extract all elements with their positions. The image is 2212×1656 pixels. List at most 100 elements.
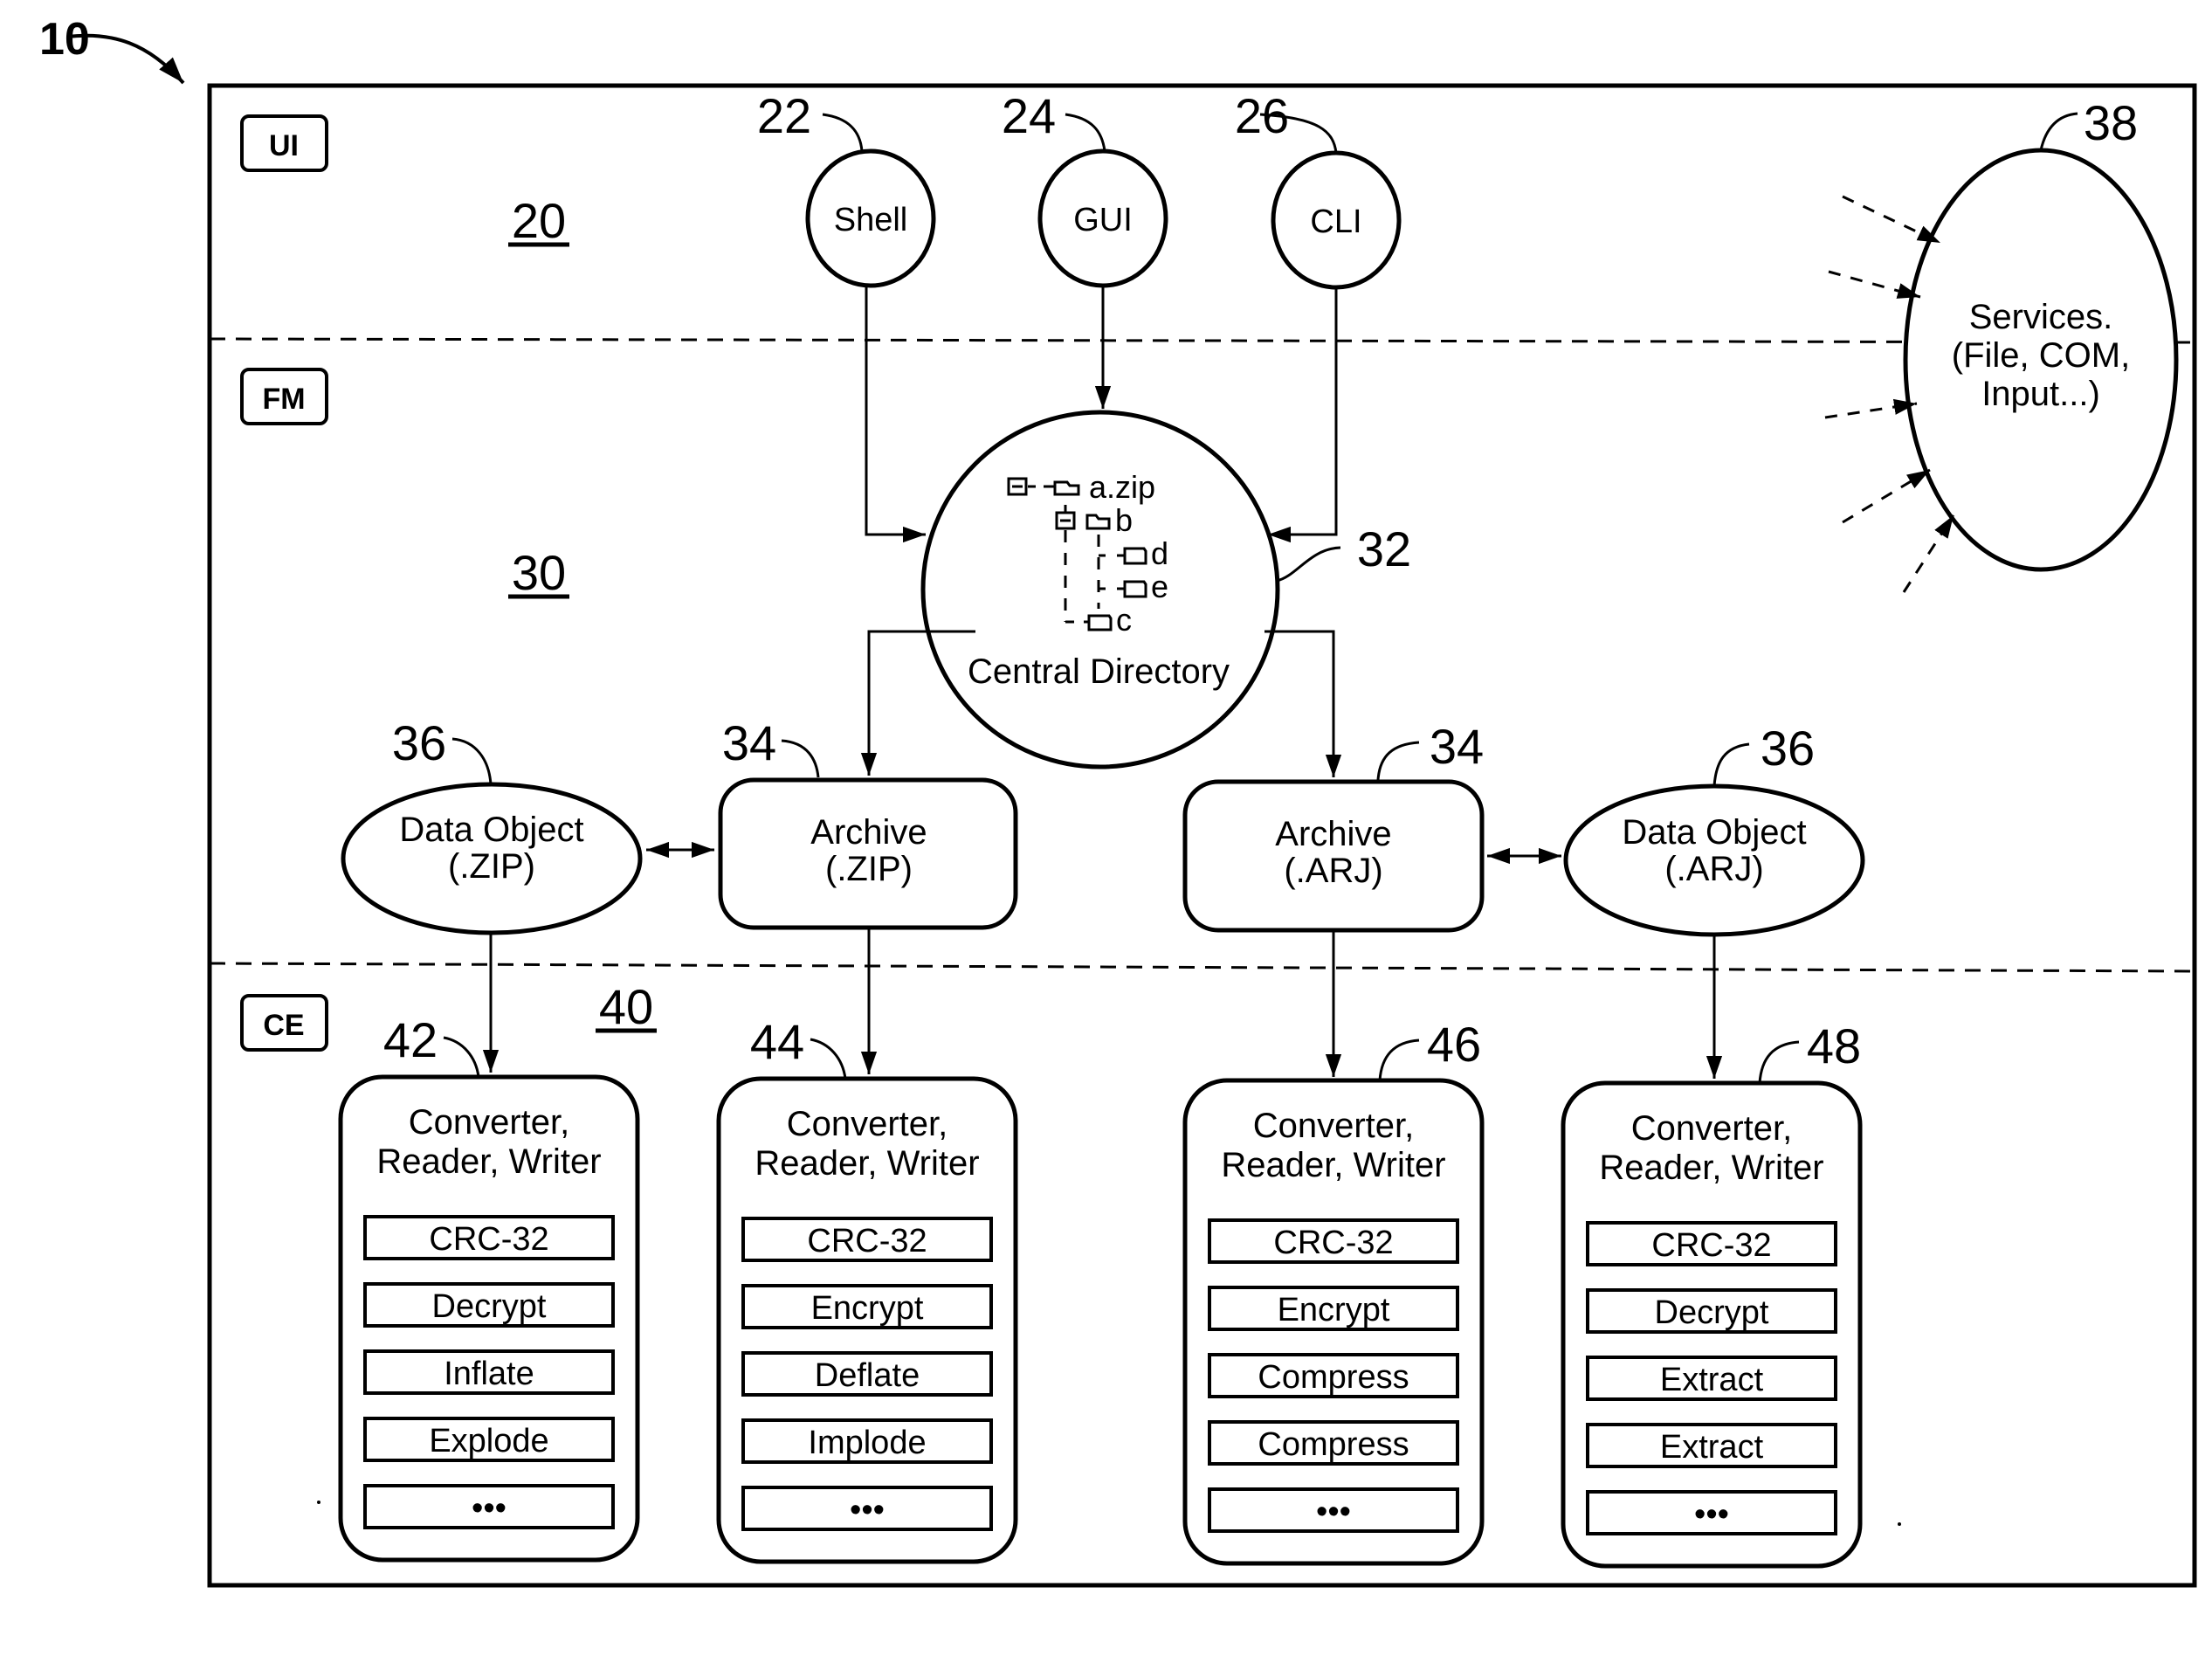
archive-zip-line-2: (.ZIP)	[825, 850, 913, 888]
engine-function-label: CRC-32	[807, 1223, 927, 1259]
engine-function-label: Decrypt	[1655, 1294, 1769, 1331]
central-directory[interactable]: Central Directory a.zip b d e c 32	[920, 410, 1411, 769]
data-object-zip-line-2: (.ZIP)	[448, 847, 535, 886]
engine-ref: 42	[383, 1012, 438, 1067]
layer-ref-30: 30	[508, 545, 569, 600]
leader-line	[822, 113, 864, 152]
ui-node-gui-ref: 24	[1002, 88, 1056, 143]
leader-line	[1378, 1038, 1420, 1081]
data-object-zip-ref: 36	[392, 715, 446, 770]
engine-ref: 46	[1427, 1017, 1481, 1072]
layer-ref-20-label: 20	[512, 193, 566, 248]
layer-tag-fm: FM	[240, 368, 328, 425]
engine-title-line: Reader, Writer	[376, 1142, 601, 1181]
services-ref: 38	[2084, 95, 2138, 150]
leader-line	[1712, 742, 1750, 787]
architecture-diagram: 10 UI FM CE 20 30 40 Shell 22 GUI 24 CLI…	[39, 14, 2197, 1588]
leader-line	[1758, 1040, 1800, 1084]
engine-function-label: Encrypt	[1278, 1292, 1390, 1328]
engine-48[interactable]: Converter,Reader, Writer CRC-32 Decrypt Ext…	[1561, 1018, 1863, 1569]
ui-node-shell-ref: 22	[757, 88, 811, 143]
data-object-arj-line-2: (.ARJ)	[1664, 850, 1763, 888]
conversion-engines: Converter,Reader, WriterCRC-32DecryptInf…	[338, 1012, 1863, 1569]
engine-title-line: Converter,	[1631, 1109, 1793, 1148]
tree-item-e[interactable]: e	[1151, 569, 1168, 604]
engine-function-label: Extract	[1660, 1429, 1764, 1466]
engine-title-line: Reader, Writer	[755, 1144, 979, 1183]
engine-function-label: •••	[472, 1490, 506, 1527]
speck	[317, 1501, 320, 1504]
engine-function-label: Compress	[1258, 1359, 1409, 1396]
archive-arj-line-2: (.ARJ)	[1284, 852, 1382, 890]
leader-line	[451, 737, 493, 785]
service-input-arrow-icon	[1824, 398, 1918, 419]
engine-ref: 44	[750, 1014, 804, 1069]
ui-fm-divider	[209, 337, 2195, 344]
tree-item-a-zip[interactable]: a.zip	[1089, 469, 1155, 505]
engine-function-label: Implode	[808, 1425, 926, 1461]
leader-line	[1276, 546, 1341, 583]
central-directory-ref: 32	[1357, 521, 1411, 576]
services-line-1: Services.	[1969, 298, 2113, 336]
ui-node-gui-label: GUI	[1073, 202, 1133, 238]
engine-title-line: Reader, Writer	[1599, 1149, 1823, 1187]
engine-function-label: •••	[850, 1492, 885, 1528]
engine-function-label: CRC-32	[1273, 1225, 1393, 1261]
layer-tag-ui: UI	[240, 114, 328, 172]
engine-function-label: •••	[1694, 1496, 1729, 1533]
engine-title-line: Reader, Writer	[1221, 1146, 1445, 1184]
leader-line	[781, 739, 820, 778]
layer-tag-ce-label: CE	[263, 1009, 304, 1042]
engine-function-label: Encrypt	[811, 1290, 924, 1327]
speck	[1898, 1522, 1901, 1526]
layer-ref-40-label: 40	[599, 979, 653, 1034]
engine-title-line: Converter,	[787, 1105, 948, 1143]
engine-42[interactable]: Converter,Reader, Writer CRC-32 Decrypt Inf…	[338, 1012, 640, 1563]
engine-ref: 48	[1807, 1018, 1861, 1073]
tree-item-b[interactable]: b	[1115, 502, 1133, 538]
engine-46[interactable]: Converter,Reader, Writer CRC-32 Encrypt Com…	[1182, 1017, 1485, 1566]
central-directory-title: Central Directory	[968, 652, 1230, 691]
engine-function-label: CRC-32	[429, 1221, 548, 1258]
layer-tag-ce: CE	[240, 994, 328, 1052]
services-line-2: (File, COM,	[1952, 336, 2130, 375]
services-line-3: Input...)	[1981, 375, 2100, 413]
ui-node-cli[interactable]: CLI 26	[1235, 88, 1402, 290]
engine-function-label: Compress	[1258, 1426, 1409, 1463]
service-input-arrow-icon	[1902, 514, 1955, 593]
leader-line	[1376, 741, 1420, 781]
archive-arj-ref: 34	[1430, 719, 1484, 774]
connector-directory-to-archive-arj	[1264, 630, 1342, 777]
ui-node-shell-label: Shell	[834, 202, 908, 238]
tree-item-c[interactable]: c	[1116, 602, 1132, 638]
data-object-arj-line-1: Data Object	[1622, 813, 1806, 852]
leader-line	[2039, 112, 2078, 151]
figure-ref-label: 10	[39, 14, 90, 65]
data-object-zip-line-1: Data Object	[399, 811, 583, 849]
engine-function-label: Deflate	[815, 1357, 920, 1394]
leader-line	[810, 1038, 847, 1080]
data-object-zip[interactable]: Data Object (.ZIP) 36	[341, 715, 643, 935]
engine-function-label: •••	[1316, 1494, 1351, 1530]
layer-ref-40: 40	[596, 979, 657, 1034]
data-object-arj-ref: 36	[1761, 721, 1815, 776]
fm-ce-divider	[209, 962, 2195, 973]
services-node[interactable]: Services. (File, COM, Input...) 38	[1903, 95, 2179, 572]
leader-line	[443, 1036, 480, 1078]
leader-line	[1065, 113, 1106, 152]
archive-zip-ref: 34	[722, 715, 776, 770]
engine-function-label: Extract	[1660, 1362, 1764, 1398]
connector-cli-to-directory	[1268, 287, 1338, 543]
engine-44[interactable]: Converter,Reader, Writer CRC-32 Encrypt Def…	[716, 1014, 1018, 1564]
service-input-arrow-icon	[1842, 195, 1941, 245]
ui-node-gui[interactable]: GUI 24	[1002, 88, 1168, 288]
tree-item-d[interactable]: d	[1151, 535, 1168, 571]
service-input-arrow-icon	[1828, 270, 1921, 299]
service-input-arrow-icon	[1842, 468, 1931, 524]
engine-function-label: CRC-32	[1651, 1227, 1771, 1264]
ui-node-shell[interactable]: Shell 22	[757, 88, 936, 288]
layer-ref-20: 20	[508, 193, 569, 248]
archive-zip-line-1: Archive	[810, 813, 927, 852]
data-object-arj[interactable]: Data Object (.ARJ) 36	[1563, 721, 1865, 937]
connector-shell-to-directory	[865, 286, 926, 543]
